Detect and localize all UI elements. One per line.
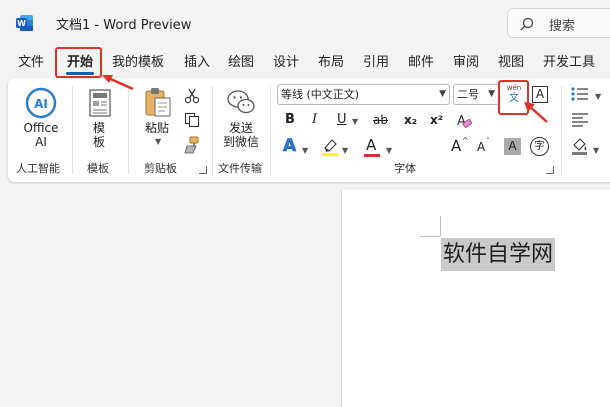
subscript-button[interactable]: x₂: [404, 111, 417, 129]
paste-dropdown-icon[interactable]: ▼: [155, 137, 161, 146]
phonetic-guide-top[interactable]: wén: [503, 84, 525, 92]
tab-review[interactable]: 审阅: [453, 52, 479, 74]
home-tab-annotation-box: [55, 47, 102, 78]
format-painter-icon[interactable]: [184, 136, 200, 154]
search-icon: [520, 17, 534, 31]
group-label-ai: 人工智能: [16, 162, 60, 175]
tab-references[interactable]: 引用: [363, 52, 389, 74]
highlight-dropdown-icon[interactable]: ▼: [342, 146, 348, 155]
text-effects-dropdown-icon[interactable]: ▼: [302, 146, 308, 155]
superscript-button[interactable]: x²: [430, 111, 443, 129]
font-color-button[interactable]: A: [364, 136, 382, 158]
send-wechat-label[interactable]: 发送 到微信: [220, 121, 262, 149]
underline-dropdown-icon[interactable]: ▼: [352, 117, 358, 126]
character-shading-button[interactable]: A: [504, 138, 521, 155]
font-size-dropdown-icon[interactable]: ▼: [488, 85, 495, 104]
tab-insert[interactable]: 插入: [184, 52, 210, 74]
paragraph-shading-icon[interactable]: [570, 136, 590, 156]
bullet-list-dropdown-icon[interactable]: ▼: [595, 92, 601, 101]
grow-caret-icon: ^: [462, 136, 469, 145]
italic-button[interactable]: I: [312, 111, 317, 129]
strikethrough-button[interactable]: ab: [373, 111, 388, 129]
copy-icon[interactable]: [184, 112, 200, 128]
bullet-list-icon[interactable]: [570, 86, 592, 102]
selected-document-text[interactable]: 软件自学网: [441, 238, 556, 271]
tab-view[interactable]: 视图: [498, 52, 524, 74]
office-ai-icon[interactable]: AI: [25, 87, 57, 119]
text-effects-button[interactable]: A: [283, 137, 297, 156]
annotation-arrow-icon: [524, 102, 548, 123]
tab-design[interactable]: 设计: [273, 52, 299, 74]
font-size-value: 二号: [457, 88, 479, 101]
shrink-caret-icon: ˇ: [486, 137, 490, 146]
template-label[interactable]: 模 板: [86, 121, 112, 149]
search-box[interactable]: 搜索: [507, 8, 610, 38]
svg-text:AI: AI: [34, 97, 48, 111]
align-left-icon[interactable]: [570, 112, 592, 128]
annotation-arrow-icon: [102, 75, 134, 91]
font-color-letter: A: [366, 136, 377, 154]
title-bar: W 文档1 - Word Preview 搜索: [0, 0, 610, 46]
bold-button[interactable]: B: [285, 111, 295, 129]
svg-text:W: W: [17, 19, 26, 28]
group-label-file-transfer: 文件传输: [218, 162, 262, 175]
font-name-value: 等线 (中文正文): [281, 88, 360, 101]
group-label-font: 字体: [394, 162, 416, 175]
font-size-combo[interactable]: 二号 ▼: [453, 84, 499, 105]
tab-developer[interactable]: 开发工具: [543, 52, 595, 74]
office-ai-label[interactable]: Office AI: [18, 121, 64, 149]
search-label: 搜索: [549, 19, 576, 34]
font-name-combo[interactable]: 等线 (中文正文) ▼: [277, 84, 450, 105]
underline-button[interactable]: U: [337, 111, 347, 129]
margin-marker: [440, 216, 441, 236]
separator: [212, 86, 213, 174]
paste-label[interactable]: 粘贴: [143, 121, 171, 135]
shrink-font-button[interactable]: A ˇ: [477, 137, 497, 157]
highlight-color-icon[interactable]: [320, 137, 340, 157]
font-launcher-icon[interactable]: [546, 166, 554, 174]
clear-formatting-icon[interactable]: A: [455, 112, 473, 130]
font-color-swatch: [364, 154, 380, 157]
font-name-dropdown-icon[interactable]: ▼: [439, 85, 446, 104]
tab-mailings[interactable]: 邮件: [408, 52, 434, 74]
wechat-send-icon[interactable]: [226, 88, 256, 116]
group-label-templates: 模板: [87, 162, 109, 175]
paragraph-shading-dropdown-icon[interactable]: ▼: [593, 146, 599, 155]
separator: [270, 86, 271, 174]
document-page[interactable]: [341, 190, 610, 407]
enclose-characters-button[interactable]: 字: [530, 137, 549, 156]
clipboard-launcher-icon[interactable]: [199, 166, 207, 174]
group-label-clipboard: 剪贴板: [144, 162, 177, 175]
tab-layout[interactable]: 布局: [318, 52, 344, 74]
cut-icon[interactable]: [184, 88, 200, 104]
font-color-dropdown-icon[interactable]: ▼: [386, 146, 392, 155]
document-title: 文档1 - Word Preview: [56, 18, 192, 33]
tab-file[interactable]: 文件: [18, 52, 44, 74]
word-logo-icon: W: [16, 15, 33, 31]
margin-marker: [420, 236, 440, 237]
grow-font-button[interactable]: A ^: [451, 136, 471, 157]
separator: [128, 86, 129, 174]
paste-icon[interactable]: [143, 86, 173, 118]
tab-draw[interactable]: 绘图: [228, 52, 254, 74]
separator: [561, 86, 562, 174]
separator: [72, 86, 73, 174]
